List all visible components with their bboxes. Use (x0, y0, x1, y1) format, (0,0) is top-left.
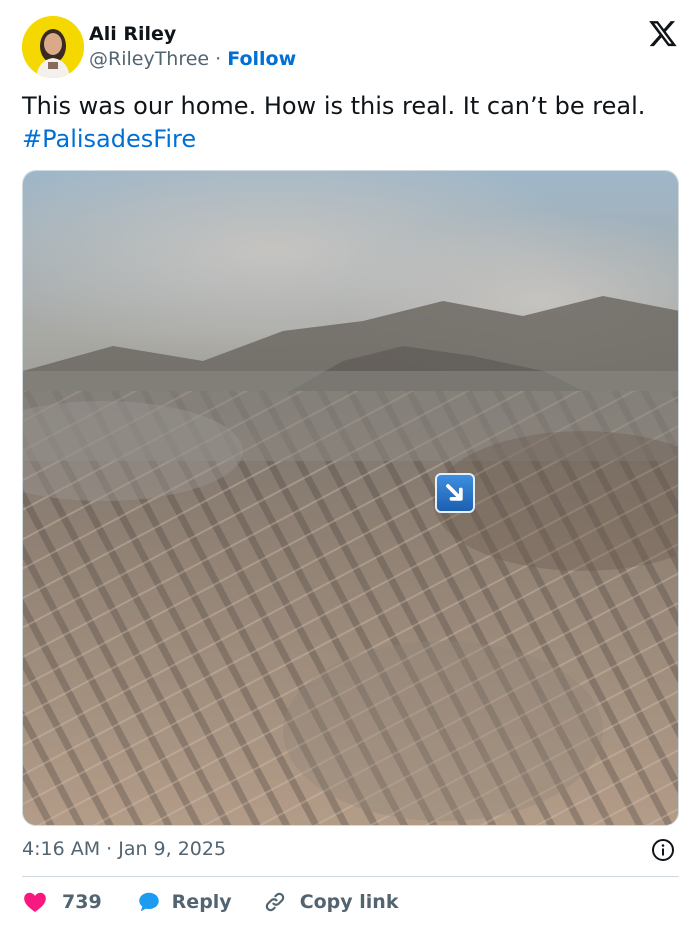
like-count: 739 (62, 891, 102, 913)
tweet-timestamp[interactable]: 4:16 AM · Jan 9, 2025 (22, 838, 226, 860)
avatar[interactable] (22, 16, 84, 78)
x-logo-icon[interactable] (648, 18, 678, 48)
tweet-photo[interactable] (22, 170, 679, 826)
tweet-body: This was our home. How is this real. It … (22, 92, 646, 120)
copy-link-button[interactable]: Copy link (262, 889, 399, 915)
author-name[interactable]: Ali Riley (89, 23, 176, 45)
author-handle-line: @RileyThree · Follow (89, 48, 296, 70)
follow-button[interactable]: Follow (227, 48, 296, 70)
heart-icon (24, 892, 46, 912)
hashtag-link[interactable]: #PalisadesFire (22, 125, 196, 153)
link-icon (265, 892, 284, 912)
like-button[interactable]: 739 (22, 889, 102, 915)
tweet-actions: 739 Reply Copy link (22, 886, 398, 918)
arrow-down-right-emoji-icon (435, 473, 475, 513)
copy-link-label: Copy link (299, 891, 399, 913)
info-icon[interactable] (651, 838, 675, 862)
author-handle[interactable]: @RileyThree (89, 48, 209, 70)
divider (22, 876, 679, 877)
tweet-text: This was our home. How is this real. It … (22, 90, 672, 156)
tweet-header: Ali Riley @RileyThree · Follow (22, 16, 682, 78)
reply-button[interactable]: Reply (136, 889, 232, 915)
separator: · (215, 48, 222, 70)
reply-label: Reply (171, 891, 232, 913)
speech-bubble-icon (138, 892, 159, 912)
